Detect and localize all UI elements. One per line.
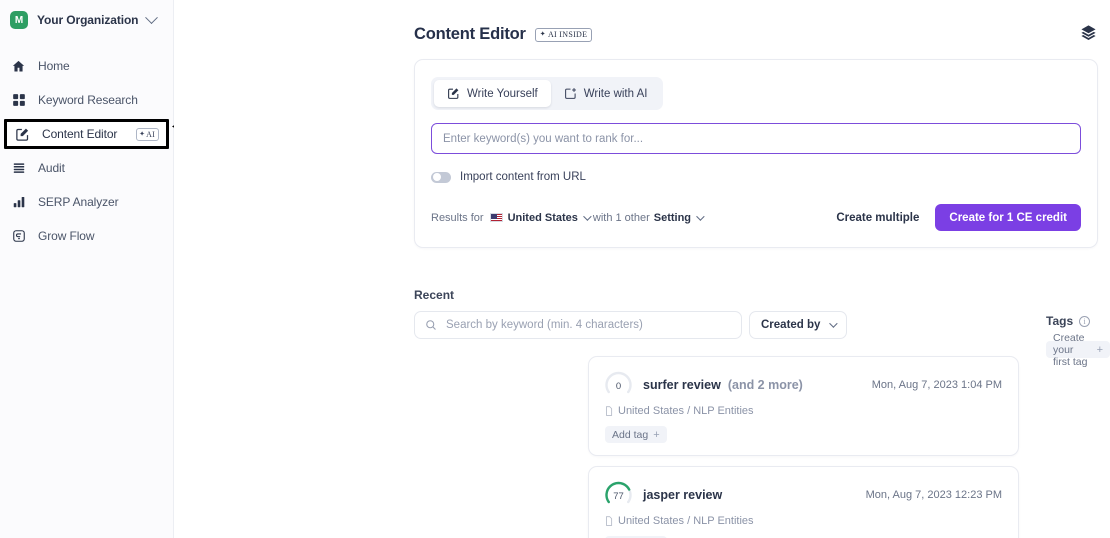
home-icon <box>10 58 27 75</box>
recent-search[interactable] <box>414 311 742 339</box>
list-item-extra: (and 2 more) <box>727 377 803 392</box>
chevron-down-icon <box>829 319 839 328</box>
sidebar-item-label: Keyword Research <box>38 93 138 107</box>
bar-chart-icon <box>10 194 27 211</box>
list-item[interactable]: 0 surfer review (and 2 more) Mon, Aug 7,… <box>588 356 1019 456</box>
app-root: M Your Organization Home Keyword Researc… <box>0 0 1110 538</box>
chevron-down-icon[interactable] <box>696 211 705 221</box>
ai-inside-badge-label: AI INSIDE <box>547 30 588 39</box>
search-icon <box>426 320 436 330</box>
chevron-down-icon[interactable] <box>583 211 592 221</box>
create-multiple-button[interactable]: Create multiple <box>836 212 919 224</box>
sparkle-icon: ✦ <box>539 30 546 38</box>
sidebar-item-content-editor[interactable]: Content Editor ✦ AI <box>4 119 169 149</box>
list-item-date: Mon, Aug 7, 2023 12:23 PM <box>865 488 1002 501</box>
sidebar-nav: Home Keyword Research Content Editor ✦ AI <box>0 49 173 253</box>
keyword-input[interactable] <box>431 123 1081 154</box>
ai-inside-badge: ✦ AI INSIDE <box>534 27 593 42</box>
sidebar: M Your Organization Home Keyword Researc… <box>0 0 174 538</box>
add-tag-label: Add tag <box>612 428 649 441</box>
content-score-gauge: 0 <box>605 371 632 398</box>
page-header: Content Editor ✦ AI INSIDE <box>174 0 1110 44</box>
sidebar-item-label: Grow Flow <box>38 229 95 243</box>
page-title: Content Editor <box>414 25 526 43</box>
sidebar-item-audit[interactable]: Audit <box>0 151 173 185</box>
info-icon[interactable]: i <box>1079 315 1091 327</box>
write-mode-tabs: Write Yourself Write with AI <box>431 77 664 110</box>
sidebar-ai-badge: ✦ AI <box>136 127 159 141</box>
import-url-label: Import content from URL <box>460 171 586 183</box>
create-credit-button[interactable]: Create for 1 CE credit <box>935 204 1081 231</box>
import-url-toggle[interactable] <box>431 171 451 183</box>
layers-icon[interactable] <box>1076 20 1100 44</box>
grid-icon <box>10 92 27 109</box>
list-item-title: jasper review <box>643 487 723 502</box>
results-setting[interactable]: Setting <box>654 212 691 224</box>
create-first-tag-button[interactable]: Create your first tag + <box>1046 332 1110 368</box>
list-item-meta: United States / NLP Entities <box>605 405 1002 417</box>
sidebar-item-label: SERP Analyzer <box>38 195 119 209</box>
sidebar-item-label: Content Editor <box>42 127 118 141</box>
sidebar-item-keyword-research[interactable]: Keyword Research <box>0 83 173 117</box>
content-score-value: 77 <box>613 490 624 502</box>
created-by-label: Created by <box>761 319 821 331</box>
results-middle: with 1 other <box>592 211 650 224</box>
organization-switcher[interactable]: M Your Organization <box>0 5 173 35</box>
create-first-tag-label: Create your first tag <box>1053 331 1088 368</box>
results-country[interactable]: United States <box>508 212 578 224</box>
list-item-header: 77 jasper review Mon, Aug 7, 2023 12:23 … <box>605 481 1002 508</box>
tab-write-with-ai[interactable]: Write with AI <box>551 80 661 107</box>
plus-icon: + <box>653 428 660 441</box>
recent-heading: Recent <box>414 288 455 302</box>
pencil-icon <box>448 88 459 99</box>
main-content: Content Editor ✦ AI INSIDE Write Yourself <box>174 0 1110 538</box>
composer-card: Write Yourself Write with AI Import cont… <box>414 59 1098 248</box>
lines-icon <box>10 160 27 177</box>
document-icon <box>606 406 613 416</box>
plus-icon: + <box>1096 343 1103 356</box>
sparkle-square-icon <box>564 88 576 99</box>
tags-heading: Tags i <box>1046 314 1091 328</box>
sidebar-item-home[interactable]: Home <box>0 49 173 83</box>
sidebar-item-serp-analyzer[interactable]: SERP Analyzer <box>0 185 173 219</box>
organization-avatar: M <box>10 11 28 29</box>
tab-write-with-ai-label: Write with AI <box>583 87 648 100</box>
list-item-title: surfer review <box>643 377 721 392</box>
created-by-filter[interactable]: Created by <box>749 311 848 339</box>
sidebar-item-label: Audit <box>38 161 65 175</box>
tab-write-yourself-label: Write Yourself <box>467 87 538 100</box>
content-score-gauge: 77 <box>605 481 632 508</box>
sidebar-item-grow-flow[interactable]: Grow Flow <box>0 219 173 253</box>
pencil-square-icon <box>14 126 31 143</box>
chevron-down-icon <box>145 10 159 24</box>
sidebar-item-label: Home <box>38 59 70 73</box>
list-item-meta: United States / NLP Entities <box>605 515 1002 527</box>
results-settings-row: Results for United States with 1 other S… <box>431 204 1081 231</box>
results-prefix: Results for <box>431 211 484 224</box>
add-tag-button[interactable]: Add tag + <box>605 426 667 443</box>
tab-write-yourself[interactable]: Write Yourself <box>434 80 551 107</box>
sparkle-icon: ✦ <box>139 129 146 138</box>
list-item-header: 0 surfer review (and 2 more) Mon, Aug 7,… <box>605 371 1002 398</box>
recent-search-input[interactable] <box>444 318 731 332</box>
organization-name: Your Organization <box>37 13 139 27</box>
list-item-date: Mon, Aug 7, 2023 1:04 PM <box>871 378 1002 391</box>
us-flag-icon <box>489 213 503 222</box>
content-score-value: 0 <box>615 380 622 392</box>
list-item-meta-label: United States / NLP Entities <box>618 405 754 417</box>
tags-heading-label: Tags <box>1046 314 1074 328</box>
sidebar-ai-badge-label: AI <box>146 129 155 139</box>
list-item-meta-label: United States / NLP Entities <box>618 515 754 527</box>
document-icon <box>606 516 613 526</box>
flow-icon <box>10 228 27 245</box>
import-url-toggle-row: Import content from URL <box>431 171 1081 183</box>
list-item[interactable]: 77 jasper review Mon, Aug 7, 2023 12:23 … <box>588 466 1019 538</box>
